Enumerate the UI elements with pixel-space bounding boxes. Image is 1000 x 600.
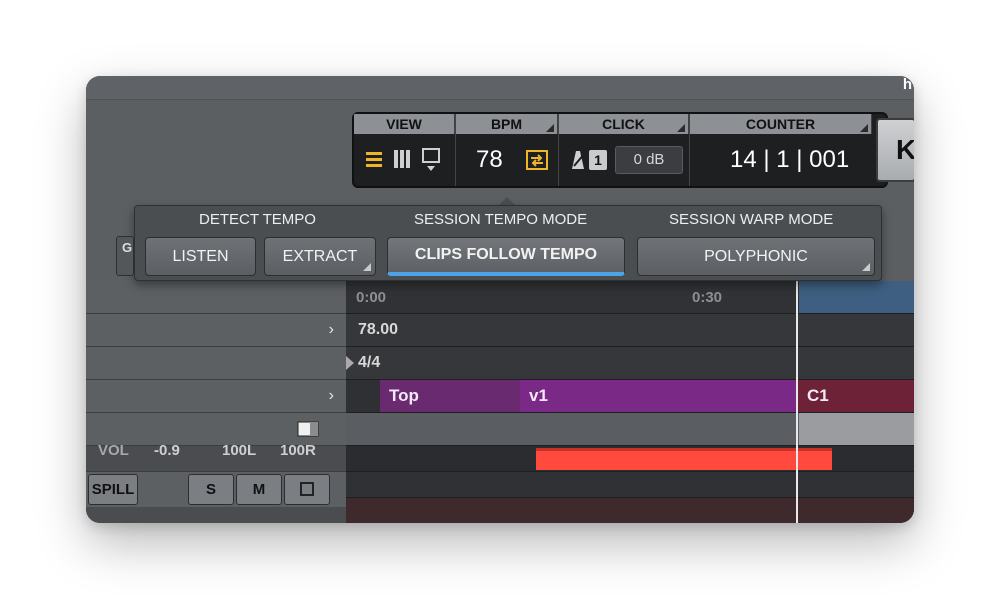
signature-marker-icon	[346, 356, 354, 370]
click-section: CLICK 1 0 dB	[559, 114, 690, 186]
counter-section: COUNTER 14 | 1 | 001	[690, 114, 872, 186]
transport-side-button[interactable]: K	[876, 118, 914, 182]
click-count-badge[interactable]: 1	[589, 150, 607, 170]
volume-row: VOL -0.9 100L 100R	[86, 442, 346, 472]
track-strip-bottom	[86, 507, 346, 523]
counter-header[interactable]: COUNTER	[690, 114, 872, 134]
ruler-mark-label: 0:30	[692, 289, 723, 306]
playhead[interactable]	[796, 281, 798, 523]
dropdown-corner-icon	[862, 263, 870, 271]
detect-tempo-title: DETECT TEMPO	[199, 211, 316, 228]
track-header-panel: › › VOL -0.9 100L 100R SPILL S M	[86, 281, 346, 523]
clip-lane-selection[interactable]	[799, 413, 914, 445]
bpm-section: BPM 78	[456, 114, 559, 186]
mute-button[interactable]: M	[236, 474, 282, 505]
signature-track[interactable]: 4/4	[346, 347, 914, 380]
freeze-button[interactable]	[284, 474, 330, 505]
click-level-display[interactable]: 0 dB	[615, 146, 683, 174]
daw-window: h VIEW BPM 78 CLICK 1 0 dB COUNTER 14 | …	[86, 76, 914, 523]
audio-lane-2[interactable]	[346, 472, 914, 498]
freeze-icon	[300, 482, 314, 496]
time-ruler[interactable]: 0:00 0:30	[346, 281, 914, 314]
metronome-icon[interactable]	[569, 150, 587, 170]
arranger-track[interactable]: Top v1 C1	[346, 380, 914, 413]
ruler-header	[86, 281, 346, 314]
listen-button[interactable]: LISTEN	[145, 237, 256, 276]
list-view-icon[interactable]	[366, 151, 382, 169]
volume-value[interactable]: -0.9	[154, 442, 180, 459]
clip-c1[interactable]: C1	[798, 380, 914, 412]
panel-toggle-icon[interactable]	[297, 421, 319, 437]
ruler-start-label: 0:00	[356, 289, 387, 306]
signature-track-header	[86, 347, 346, 380]
chevron-right-icon[interactable]: ›	[329, 321, 334, 339]
dropdown-corner-icon	[363, 263, 371, 271]
audio-lane[interactable]	[346, 446, 914, 472]
view-header: VIEW	[354, 114, 455, 134]
volume-label: VOL	[98, 442, 129, 459]
loop-region[interactable]	[799, 281, 914, 313]
clips-follow-tempo-button[interactable]: CLIPS FOLLOW TEMPO	[387, 237, 625, 276]
bpm-header[interactable]: BPM	[456, 114, 558, 134]
top-bar: h	[86, 76, 914, 100]
tempo-track-header[interactable]: ›	[86, 314, 346, 347]
transport-bar: VIEW BPM 78 CLICK 1 0 dB COUNTER 14 | 1 …	[352, 112, 888, 188]
display-view-icon[interactable]	[422, 148, 440, 172]
timeline-area: 0:00 0:30 78.00 4/4 Top v1 C1	[346, 281, 914, 523]
polyphonic-dropdown[interactable]: POLYPHONIC	[637, 237, 875, 276]
tempo-sync-icon[interactable]	[526, 150, 548, 170]
solo-button[interactable]: S	[188, 474, 234, 505]
extract-button[interactable]: EXTRACT	[264, 237, 376, 276]
pan-left-value[interactable]: 100L	[222, 442, 256, 459]
spill-button[interactable]: SPILL	[88, 474, 138, 505]
column-view-icon[interactable]	[394, 150, 410, 168]
clip-v1[interactable]: v1	[520, 380, 798, 412]
audio-lane-3[interactable]	[346, 498, 914, 523]
time-signature[interactable]: 4/4	[358, 354, 380, 372]
session-warp-mode-title: SESSION WARP MODE	[669, 211, 834, 228]
tempo-value[interactable]: 78.00	[358, 321, 398, 339]
chevron-right-icon[interactable]: ›	[329, 387, 334, 405]
clip-top[interactable]: Top	[380, 380, 520, 412]
tempo-track[interactable]: 78.00	[346, 314, 914, 347]
click-header[interactable]: CLICK	[559, 114, 689, 134]
session-tempo-mode-title: SESSION TEMPO MODE	[414, 211, 588, 228]
tempo-popup: DETECT TEMPO SESSION TEMPO MODE SESSION …	[134, 205, 882, 281]
left-stub-button[interactable]: G	[116, 236, 134, 276]
counter-value[interactable]: 14 | 1 | 001	[730, 146, 849, 174]
pan-right-value[interactable]: 100R	[280, 442, 316, 459]
audio-region[interactable]	[536, 448, 832, 470]
bpm-value[interactable]: 78	[476, 146, 503, 174]
view-section: VIEW	[354, 114, 456, 186]
arranger-track-header[interactable]: ›	[86, 380, 346, 413]
clip-lane[interactable]	[346, 413, 914, 446]
corner-label: h	[902, 76, 912, 93]
